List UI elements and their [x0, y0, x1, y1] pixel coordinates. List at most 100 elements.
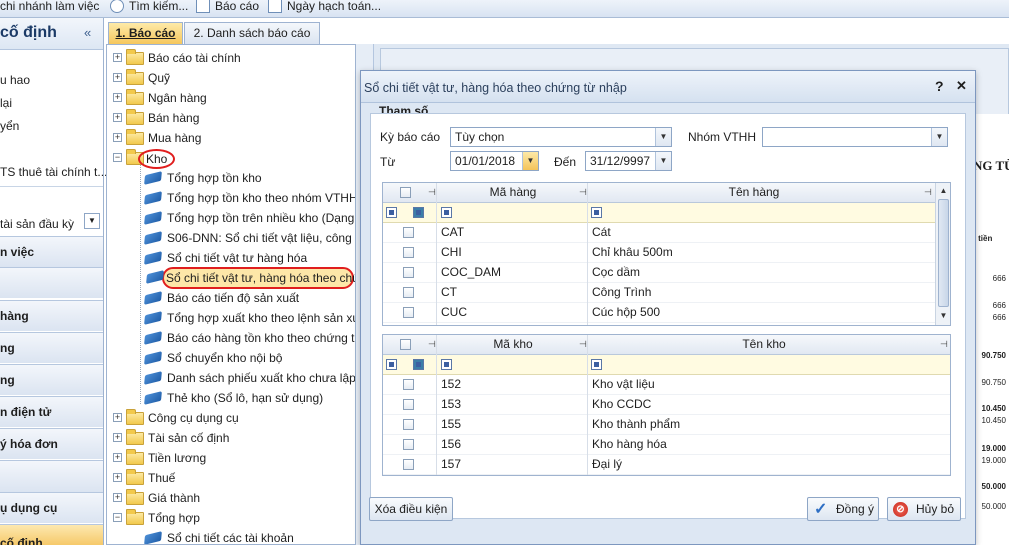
tree-folder[interactable]: + Tài sản cố định	[107, 428, 355, 448]
tree-report[interactable]: Sổ chi tiết các tài khoản	[144, 528, 354, 544]
select-all-checkbox[interactable]	[400, 187, 411, 198]
nav-item-active[interactable]: cố định	[0, 524, 103, 545]
expand-icon[interactable]: +	[113, 133, 122, 142]
filter-icon[interactable]	[413, 359, 424, 370]
nav-item[interactable]: n điện tử	[0, 396, 103, 427]
grid-row[interactable]: CAT Cát	[383, 223, 935, 243]
expand-icon[interactable]: +	[113, 93, 122, 102]
pin-icon[interactable]: ⊣	[940, 335, 948, 354]
collapse-icon[interactable]: −	[113, 513, 122, 522]
tree-folder[interactable]: + Báo cáo tài chính	[107, 48, 355, 68]
nav-item[interactable]: hàng	[0, 267, 103, 298]
grid-row[interactable]: 155 Kho thành phẩm	[383, 415, 950, 435]
from-date-input[interactable]: 01/01/2018 ▼	[450, 151, 539, 171]
tree-report[interactable]: S06-DNN: Sổ chi tiết vật liệu, công c	[144, 228, 355, 248]
accounting-date-button[interactable]: Ngày hạch toán...	[268, 0, 381, 15]
expand-icon[interactable]: +	[113, 73, 122, 82]
filter-icon[interactable]	[413, 207, 424, 218]
chevron-down-icon[interactable]: ▼	[655, 128, 671, 146]
tree-report[interactable]: Tổng hợp xuất kho theo lệnh sản xuất	[144, 308, 355, 328]
tree-report[interactable]: Tổng hợp tồn trên nhiều kho (Dạng b	[144, 208, 355, 228]
column-header-code[interactable]: Mã kho	[438, 335, 588, 354]
tree-folder[interactable]: + Ngân hàng	[107, 88, 355, 108]
cancel-button[interactable]: ⊘ Hủy bỏ	[887, 497, 961, 521]
goods-grid-scrollbar[interactable]: ▲ ▼	[935, 183, 950, 325]
grid-row[interactable]: 157 Đại lý	[383, 455, 950, 475]
tree-folder[interactable]: + Tiền lương	[107, 448, 355, 468]
grid-row[interactable]: CHI Chỉ khâu 500m	[383, 243, 935, 263]
chevron-down-icon[interactable]: ▼	[655, 152, 671, 170]
pin-icon[interactable]: ⊣	[428, 335, 436, 354]
collapse-icon[interactable]: −	[113, 153, 122, 162]
to-date-input[interactable]: 31/12/9997 ▼	[585, 151, 672, 171]
row-checkbox[interactable]	[403, 459, 414, 470]
scroll-thumb[interactable]	[938, 199, 949, 307]
row-checkbox[interactable]	[403, 287, 414, 298]
item-group-select[interactable]: ▼	[762, 127, 948, 147]
row-checkbox[interactable]	[403, 419, 414, 430]
tree-report[interactable]: Sổ chuyển kho nội bộ	[144, 348, 354, 368]
close-icon[interactable]: ✕	[956, 78, 967, 94]
grid-row[interactable]: 156 Kho hàng hóa	[383, 435, 950, 455]
left-panel-item[interactable]: yển	[0, 119, 19, 133]
search-button[interactable]: Tìm kiếm...	[110, 0, 188, 15]
report-button[interactable]: Báo cáo	[196, 0, 259, 15]
nav-item[interactable]: ý hóa đơn	[0, 428, 103, 459]
row-checkbox[interactable]	[403, 267, 414, 278]
row-checkbox[interactable]	[403, 439, 414, 450]
left-panel-item[interactable]: TS thuê tài chính t...	[0, 165, 107, 179]
expand-icon[interactable]: +	[113, 113, 122, 122]
tree-folder[interactable]: + Công cụ dụng cụ	[107, 408, 355, 428]
tree-report-selected[interactable]: Sổ chi tiết vật tư, hàng hóa theo chún	[146, 267, 355, 289]
ok-button[interactable]: ✓ Đồng ý	[807, 497, 879, 521]
grid-row[interactable]: 152 Kho vật liệu	[383, 375, 950, 395]
expand-icon[interactable]: +	[113, 453, 122, 462]
nav-item[interactable]: n việc	[0, 236, 103, 267]
tree-folder[interactable]: + Mua hàng	[107, 128, 355, 148]
grid-row[interactable]: COC_DAM Cọc dầm	[383, 263, 935, 283]
row-checkbox[interactable]	[403, 307, 414, 318]
column-header-name[interactable]: Tên kho	[589, 335, 939, 354]
nav-item[interactable]: ng	[0, 364, 103, 395]
filter-icon[interactable]	[441, 359, 452, 370]
filter-icon[interactable]	[386, 359, 397, 370]
scroll-up-icon[interactable]: ▲	[936, 184, 950, 198]
tree-folder[interactable]: − Kho	[107, 148, 355, 169]
row-checkbox[interactable]	[403, 227, 414, 238]
select-all-checkbox[interactable]	[400, 339, 411, 350]
filter-icon[interactable]	[386, 207, 397, 218]
filter-icon[interactable]	[591, 207, 602, 218]
chevron-down-icon[interactable]: ▼	[522, 152, 538, 170]
pin-icon[interactable]: ⊣	[579, 183, 587, 202]
grid-row[interactable]: 153 Kho CCDC	[383, 395, 950, 415]
row-checkbox[interactable]	[403, 379, 414, 390]
tree-report[interactable]: Báo cáo hàng tồn kho theo chứng từ	[144, 328, 355, 348]
tree-report[interactable]: Báo cáo tiến độ sản xuất	[144, 288, 354, 308]
filter-icon[interactable]	[591, 359, 602, 370]
expand-icon[interactable]: +	[113, 413, 122, 422]
tree-report[interactable]: Thẻ kho (Sổ lô, hạn sử dụng)	[144, 388, 354, 408]
scroll-down-icon[interactable]: ▼	[936, 309, 950, 323]
grid-row[interactable]: CT Công Trình	[383, 283, 935, 303]
chevron-down-icon[interactable]: ▼	[84, 213, 100, 229]
nav-item[interactable]	[0, 460, 103, 492]
chevron-down-icon[interactable]: ▼	[931, 128, 947, 146]
tree-folder[interactable]: + Quỹ	[107, 68, 355, 88]
help-icon[interactable]: ?	[935, 78, 944, 94]
expand-icon[interactable]: +	[113, 473, 122, 482]
grid-row[interactable]: CUC Cúc hộp 500	[383, 303, 935, 323]
tab-report-list[interactable]: 2. Danh sách báo cáo	[184, 22, 320, 44]
nav-item[interactable]: hàng	[0, 300, 103, 331]
branch-menu[interactable]: chi nhánh làm việc	[0, 0, 99, 15]
tree-folder[interactable]: + Bán hàng	[107, 108, 355, 128]
row-checkbox[interactable]	[403, 399, 414, 410]
period-select[interactable]: Tùy chọn ▼	[450, 127, 672, 147]
row-checkbox[interactable]	[403, 247, 414, 258]
pin-icon[interactable]: ⊣	[428, 183, 436, 202]
nav-item[interactable]: ng	[0, 332, 103, 363]
tab-reports[interactable]: 1. Báo cáo	[108, 22, 183, 44]
expand-icon[interactable]: +	[113, 433, 122, 442]
pin-icon[interactable]: ⊣	[579, 335, 587, 354]
column-header-name[interactable]: Tên hàng	[589, 183, 919, 202]
tree-report[interactable]: Danh sách phiếu xuất kho chưa lập h	[144, 368, 355, 388]
